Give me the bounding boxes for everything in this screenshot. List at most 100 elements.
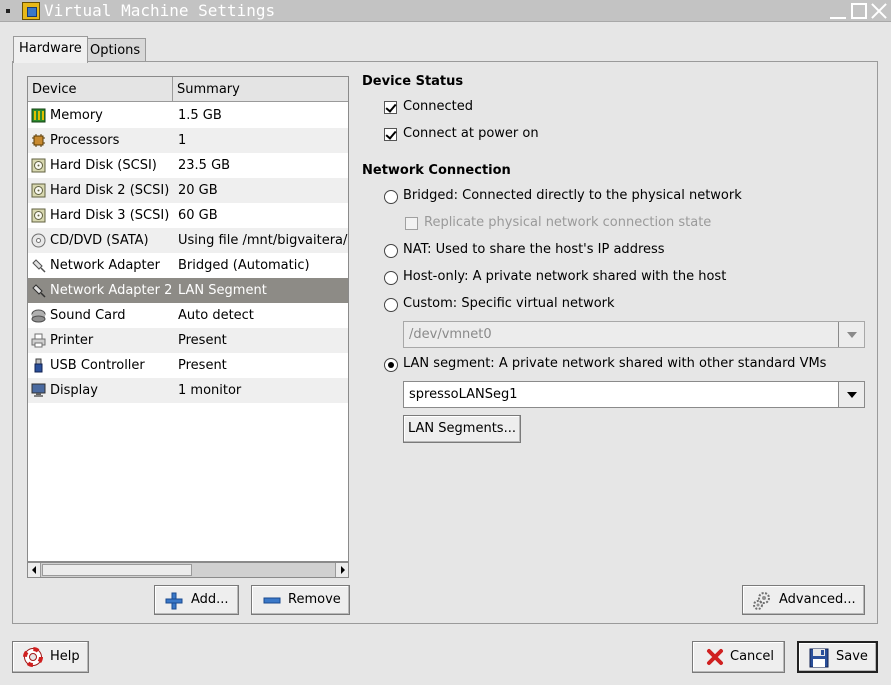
tab-hardware-label: Hardware: [19, 41, 82, 56]
connect-at-power-on-checkbox[interactable]: [384, 128, 397, 141]
device-row-processors[interactable]: Processors 1: [28, 128, 348, 153]
floppy-disk-icon: [809, 648, 829, 668]
host-only-radio[interactable]: [384, 271, 398, 285]
title-bar: Virtual Machine Settings: [0, 0, 891, 22]
host-only-label[interactable]: Host-only: A private network shared with…: [403, 269, 726, 284]
device-row-sound-card[interactable]: Sound Card Auto detect: [28, 303, 348, 328]
usb-icon: [34, 358, 43, 373]
device-name: Sound Card: [50, 308, 126, 323]
tab-options-label: Options: [90, 43, 141, 58]
device-row-cd-dvd[interactable]: CD/DVD (SATA) Using file /mnt/bigvaitera…: [28, 228, 349, 253]
lan-segment-value: spressoLANSeg1: [409, 387, 518, 402]
device-summary: Bridged (Automatic): [178, 258, 310, 273]
network-adapter-icon: [32, 284, 46, 298]
tab-hardware[interactable]: Hardware: [13, 36, 88, 63]
vmware-app-icon: [22, 2, 40, 20]
connect-at-power-on-label[interactable]: Connect at power on: [403, 126, 539, 141]
device-summary: Present: [178, 358, 227, 373]
close-icon[interactable]: [871, 3, 887, 19]
add-button-label: Add...: [191, 592, 229, 607]
memory-icon: [31, 108, 46, 123]
device-summary: 60 GB: [178, 208, 218, 223]
device-name: Hard Disk 3 (SCSI): [50, 208, 170, 223]
lan-segment-label[interactable]: LAN segment: A private network shared wi…: [403, 356, 826, 371]
nat-radio[interactable]: [384, 244, 398, 258]
device-name: CD/DVD (SATA): [50, 233, 149, 248]
scroll-left-icon[interactable]: [28, 563, 41, 577]
device-row-hard-disk[interactable]: Hard Disk (SCSI) 23.5 GB: [28, 153, 348, 178]
device-summary: 1: [178, 133, 187, 148]
device-list[interactable]: Device Summary Memory 1.5 GB Processors …: [27, 76, 349, 562]
device-summary: Auto detect: [178, 308, 254, 323]
plus-icon: [165, 592, 183, 610]
replicate-state-checkbox[interactable]: [405, 217, 418, 230]
device-summary: 1 monitor: [178, 383, 242, 398]
window-menu-icon[interactable]: [6, 9, 10, 13]
display-icon: [31, 383, 46, 397]
bridged-radio[interactable]: [384, 190, 398, 204]
hard-disk-icon: [31, 183, 46, 198]
lan-segment-select[interactable]: spressoLANSeg1: [403, 381, 865, 408]
device-name: Hard Disk 2 (SCSI): [50, 183, 170, 198]
device-name: Network Adapter 2: [50, 283, 173, 298]
device-row-network-adapter-2[interactable]: Network Adapter 2 LAN Segment: [28, 278, 348, 303]
bridged-label[interactable]: Bridged: Connected directly to the physi…: [403, 188, 742, 203]
column-device[interactable]: Device: [32, 82, 76, 97]
printer-icon: [31, 333, 46, 348]
remove-device-button[interactable]: Remove: [251, 585, 350, 615]
cd-dvd-icon: [31, 233, 46, 248]
hard-disk-icon: [31, 158, 46, 173]
minus-icon: [263, 597, 281, 604]
add-device-button[interactable]: Add...: [154, 585, 239, 615]
device-row-hard-disk-2[interactable]: Hard Disk 2 (SCSI) 20 GB: [28, 178, 348, 203]
device-name: Printer: [50, 333, 94, 348]
network-connection-heading: Network Connection: [362, 163, 511, 178]
advanced-button[interactable]: Advanced...: [742, 585, 865, 615]
chevron-down-icon[interactable]: [838, 382, 864, 407]
remove-button-label: Remove: [288, 592, 341, 607]
cancel-icon: [707, 649, 723, 665]
column-summary[interactable]: Summary: [177, 82, 240, 97]
connected-label[interactable]: Connected: [403, 99, 473, 114]
minimize-icon[interactable]: [830, 3, 846, 19]
nat-label[interactable]: NAT: Used to share the host's IP address: [403, 242, 665, 257]
custom-network-select[interactable]: /dev/vmnet0: [403, 321, 865, 348]
connected-checkbox[interactable]: [384, 101, 397, 114]
replicate-state-label: Replicate physical network connection st…: [424, 215, 712, 230]
window-title: Virtual Machine Settings: [44, 1, 276, 20]
gears-icon: [753, 592, 770, 610]
help-button[interactable]: Help: [12, 641, 89, 673]
network-adapter-icon: [32, 259, 46, 273]
device-list-horizontal-scrollbar[interactable]: [27, 562, 349, 578]
sound-card-icon: [31, 309, 46, 323]
device-row-network-adapter[interactable]: Network Adapter Bridged (Automatic): [28, 253, 348, 278]
maximize-icon[interactable]: [851, 3, 867, 19]
scrollbar-thumb[interactable]: [42, 564, 192, 576]
processor-icon: [32, 134, 45, 147]
lan-segment-radio[interactable]: [384, 358, 398, 372]
custom-network-value: /dev/vmnet0: [409, 327, 492, 342]
device-row-usb-controller[interactable]: USB Controller Present: [28, 353, 348, 378]
device-summary: LAN Segment: [178, 283, 267, 298]
device-row-hard-disk-3[interactable]: Hard Disk 3 (SCSI) 60 GB: [28, 203, 348, 228]
advanced-button-label: Advanced...: [779, 592, 856, 607]
device-row-memory[interactable]: Memory 1.5 GB: [28, 103, 348, 128]
lifebuoy-icon: [23, 647, 43, 667]
device-summary: 23.5 GB: [178, 158, 231, 173]
device-row-printer[interactable]: Printer Present: [28, 328, 348, 353]
save-button[interactable]: Save: [797, 641, 878, 673]
device-name: Network Adapter: [50, 258, 160, 273]
custom-radio[interactable]: [384, 298, 398, 312]
scroll-right-icon[interactable]: [335, 563, 348, 577]
custom-label[interactable]: Custom: Specific virtual network: [403, 296, 615, 311]
device-status-heading: Device Status: [362, 74, 464, 89]
chevron-down-icon[interactable]: [838, 322, 864, 347]
save-button-label: Save: [836, 649, 868, 664]
device-row-display[interactable]: Display 1 monitor: [28, 378, 348, 403]
hard-disk-icon: [31, 208, 46, 223]
lan-segments-button[interactable]: LAN Segments...: [403, 415, 521, 443]
device-list-header: Device Summary: [28, 77, 348, 102]
device-summary: Using file /mnt/bigvaitera/d: [178, 233, 349, 248]
cancel-button[interactable]: Cancel: [692, 641, 785, 673]
tab-options[interactable]: Options: [84, 38, 147, 62]
